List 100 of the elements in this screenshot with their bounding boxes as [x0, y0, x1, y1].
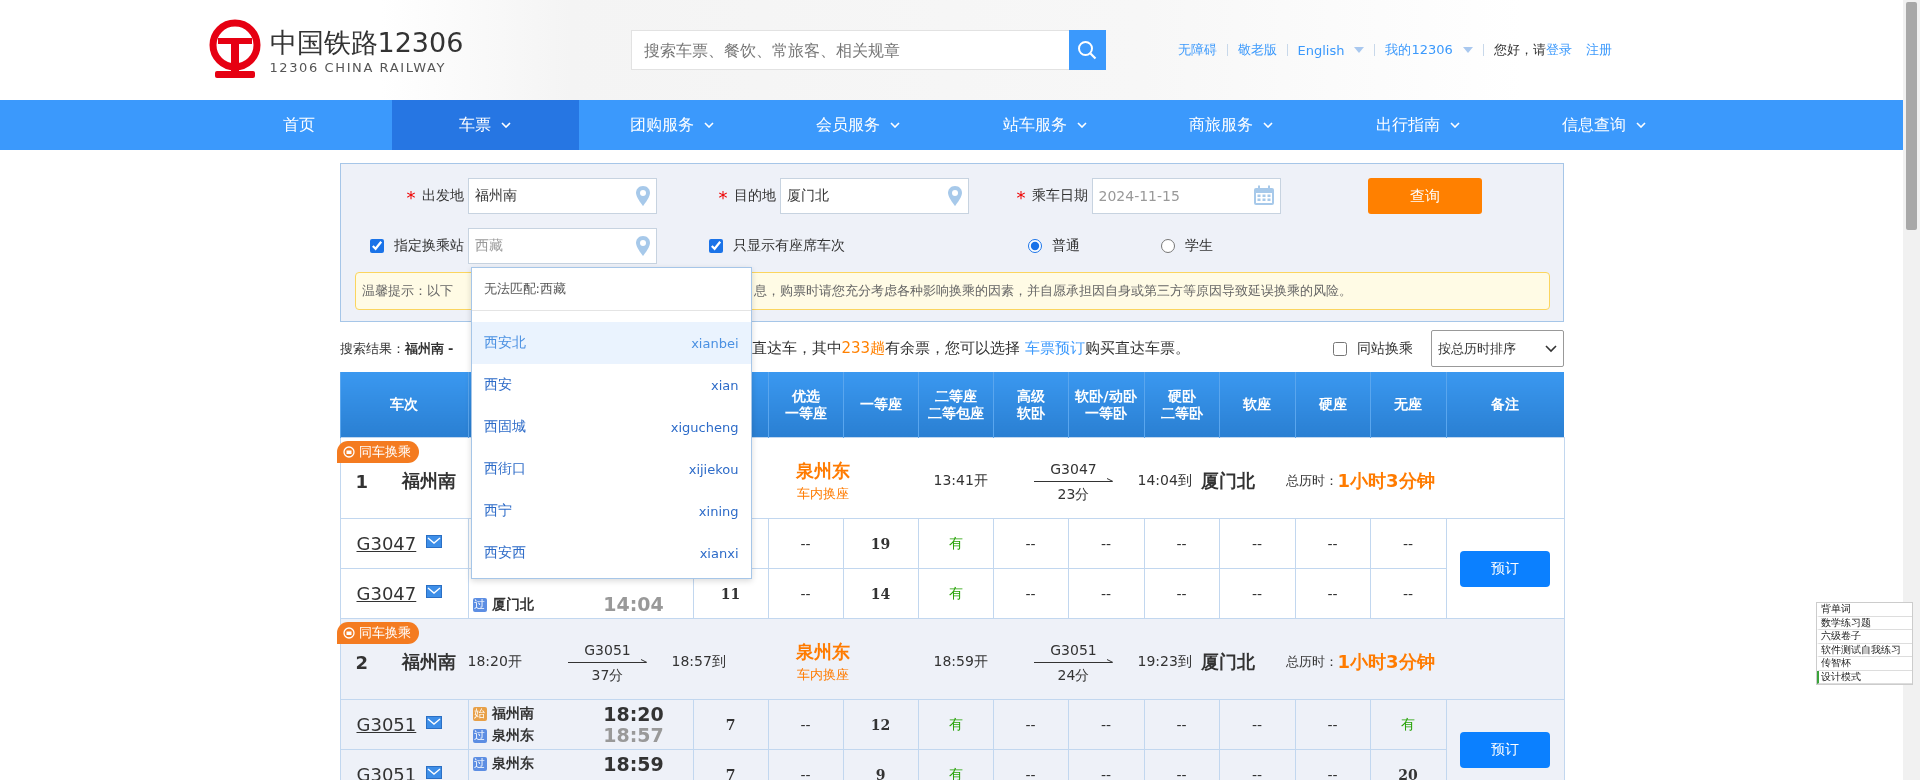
time-text: 18:59	[603, 753, 664, 775]
radio-button[interactable]	[1160, 239, 1175, 253]
radio-button[interactable]	[1027, 239, 1042, 253]
train-link[interactable]: G3047	[356, 583, 417, 604]
tip-text: 息，购票时请您充分考虑各种影响换乘的因素，并自愿承担因自身或第三方等原因导致延误换乘的风险。	[753, 282, 1353, 300]
sort-dropdown[interactable]: 按总历时排序	[1430, 330, 1564, 367]
popup-item[interactable]: 数学练习题	[1817, 616, 1912, 630]
nav-tab[interactable]: 商旅服务	[1138, 100, 1325, 150]
seat-value: --	[1025, 535, 1036, 552]
register-link[interactable]: 注册	[1571, 41, 1622, 59]
checkbox[interactable]	[1332, 341, 1347, 356]
nav-tab[interactable]: 团购服务	[578, 100, 765, 150]
scrollbar[interactable]	[1903, 0, 1920, 780]
seat-value: 19	[870, 535, 891, 552]
nav-tab[interactable]: 出行指南	[1324, 100, 1511, 150]
station-field[interactable]: 厦门北	[779, 178, 969, 214]
station-name: 西安	[483, 376, 512, 394]
field-label: 乘车日期	[1031, 187, 1088, 205]
nav-tab[interactable]: 首页	[205, 100, 392, 150]
checkbox[interactable]	[369, 239, 384, 253]
station-field[interactable]: 西藏	[467, 228, 657, 264]
suggestion-item[interactable]: 西安西 xianxi	[471, 532, 751, 574]
time-text: 18:20	[603, 703, 664, 725]
date-field[interactable]: 2024-11-15	[1091, 178, 1281, 214]
popup-item[interactable]: 六级卷子	[1817, 630, 1912, 644]
search-button[interactable]	[1068, 30, 1106, 70]
checkbox[interactable]	[708, 239, 723, 253]
checkbox-label: 指定换乘站	[393, 237, 464, 255]
checkbox-label: 同站换乘	[1356, 339, 1413, 358]
seat-value: --	[800, 766, 811, 780]
arrow-icon	[1033, 477, 1114, 485]
transfer-badge: 同车换乘	[336, 441, 419, 463]
seat-value: --	[1176, 585, 1187, 602]
login-link[interactable]: 登录	[1545, 41, 1572, 59]
suggestion-item[interactable]: 西安 xian	[471, 364, 751, 406]
transfer-station: 泉州东	[795, 459, 850, 483]
seat-value: 11	[720, 585, 741, 602]
seat-value: --	[1251, 585, 1263, 602]
query-button[interactable]: 查询	[1367, 178, 1482, 214]
envelope-icon	[426, 716, 443, 729]
train-link[interactable]: G3047	[356, 533, 417, 554]
popup-item[interactable]: 背单词	[1817, 603, 1912, 617]
train-number: G3051	[1050, 640, 1097, 659]
popup-item[interactable]: 传智杯	[1817, 657, 1912, 671]
search-field[interactable]: 搜索车票、餐饮、常旅客、相关规章	[630, 30, 1069, 70]
pinyin-text: xian	[711, 377, 739, 393]
nav-tab[interactable]: 会员服务	[765, 100, 952, 150]
popup-item[interactable]: 软件测试自我练习	[1817, 643, 1912, 657]
header-link[interactable]: English	[1287, 42, 1375, 58]
pinyin-text: xianxi	[699, 545, 739, 561]
seat-value: --	[1251, 535, 1263, 552]
train-number: G3051	[584, 640, 631, 659]
seat-value: --	[1100, 585, 1112, 602]
suggestion-item[interactable]: 西安北 xianbei	[471, 322, 751, 364]
header-link[interactable]: 无障碍	[1167, 41, 1227, 59]
column-header: 优选 一等座	[768, 372, 843, 438]
transfer-badge: 同车换乘	[336, 622, 419, 644]
seat-value: --	[1176, 716, 1187, 733]
envelope-icon	[426, 766, 443, 779]
seat-value: --	[1327, 535, 1338, 552]
seat-value: 7	[725, 716, 736, 733]
lock-icon	[342, 446, 355, 458]
location-pin-icon	[634, 185, 651, 207]
pinyin-text: xining	[698, 503, 739, 519]
seat-value: --	[1176, 766, 1187, 780]
popup-item[interactable]: 设计模式	[1817, 670, 1912, 684]
train-number: G3047	[1050, 459, 1097, 478]
scrollbar-thumb[interactable]	[1906, 2, 1917, 230]
site-subtitle: 12306 CHINA RAILWAY	[269, 59, 448, 75]
header-link[interactable]: 我的12306	[1375, 41, 1483, 59]
lock-icon	[342, 627, 355, 639]
pinyin-text: xigucheng	[670, 419, 739, 435]
seat-value: --	[1327, 716, 1338, 733]
stop-type-tag: 始	[472, 706, 487, 721]
stop-type-tag: 过	[472, 756, 487, 771]
seat-value: 20	[1398, 766, 1418, 780]
book-button[interactable]: 预订	[1460, 550, 1550, 587]
suggestion-item[interactable]: 西固城 xigucheng	[471, 406, 751, 448]
total-duration: 1小时3分钟	[1337, 469, 1435, 493]
nav-tab[interactable]: 信息查询	[1511, 100, 1698, 150]
column-header: 高级 软卧	[993, 372, 1068, 438]
train-link[interactable]: G3051	[356, 714, 417, 735]
book-button[interactable]: 预订	[1460, 731, 1550, 768]
nav-tab[interactable]: 车票	[392, 100, 579, 150]
header-link[interactable]: 敬老版	[1227, 41, 1287, 59]
suggestion-item[interactable]: 西街口 xijiekou	[471, 448, 751, 490]
suggestion-item[interactable]: 西宁 xining	[471, 490, 751, 532]
greeting-text: 您好，请	[1492, 41, 1546, 59]
stop-type-tag: 过	[472, 597, 487, 612]
station-field[interactable]: 福州南	[467, 178, 657, 214]
envelope-icon	[426, 535, 443, 548]
departure-time: 13:41开	[933, 472, 989, 490]
tip-text: 温馨提示：以下	[361, 282, 453, 300]
ticket-booking-link[interactable]: 车票预订	[1024, 339, 1085, 357]
station-name: 厦门北	[1200, 469, 1256, 493]
radio-label: 普通	[1051, 237, 1080, 255]
duration-text: 23分	[1057, 484, 1090, 503]
nav-tab[interactable]: 站车服务	[951, 100, 1138, 150]
search-icon	[1077, 40, 1097, 60]
chevron-down-icon	[1544, 344, 1557, 353]
